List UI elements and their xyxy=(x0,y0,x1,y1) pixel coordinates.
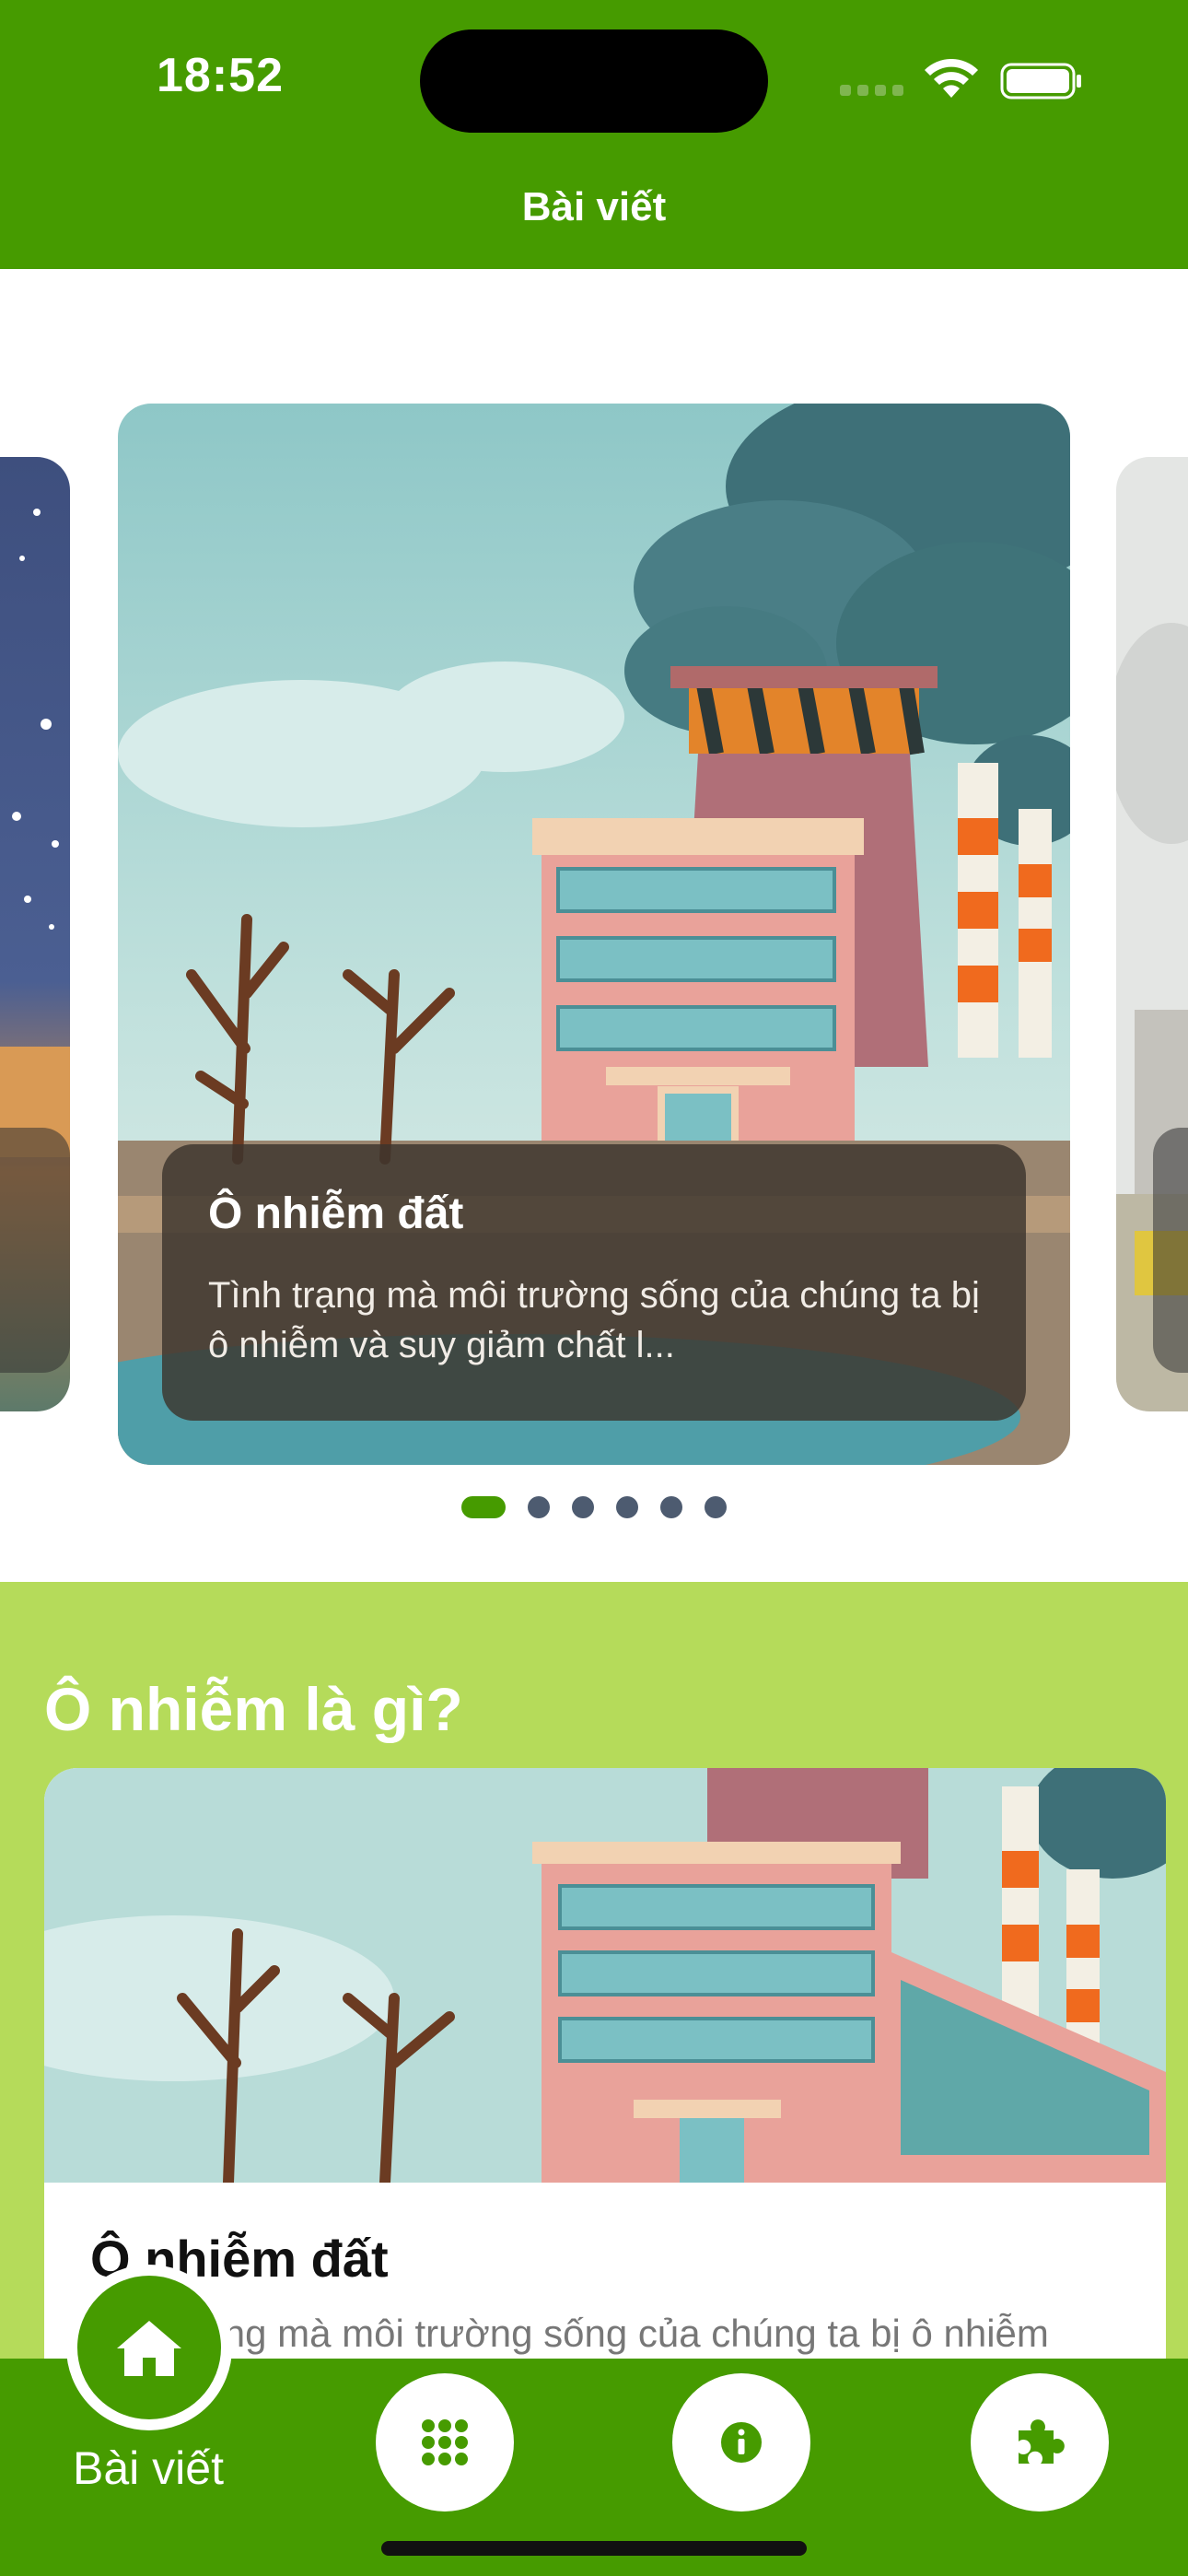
article-carousel[interactable]: Ô nhiễm đất Tình trạng mà môi trường sốn… xyxy=(0,269,1188,1582)
wifi-icon xyxy=(925,59,978,98)
carousel-page-indicator[interactable] xyxy=(0,1494,1188,1520)
carousel-card-active[interactable]: Ô nhiễm đất Tình trạng mà môi trường sốn… xyxy=(118,404,1070,1465)
top-bar: 18:52 Bài viết xyxy=(0,0,1188,269)
carousel-card-description: Tình trạng mà môi trường sống của chúng … xyxy=(208,1275,980,1365)
tab-home-label[interactable]: Bài viết xyxy=(37,2441,260,2495)
side-caption xyxy=(1153,1128,1188,1373)
puzzle-icon xyxy=(1019,2419,1065,2464)
tab-home[interactable] xyxy=(66,2265,232,2430)
carousel-caption: Ô nhiễm đất Tình trạng mà môi trường sốn… xyxy=(162,1144,1026,1421)
page-dot[interactable] xyxy=(660,1496,682,1518)
carousel-card-title: Ô nhiễm đất xyxy=(208,1189,464,1238)
status-time: 18:52 xyxy=(157,49,284,102)
dynamic-island xyxy=(420,29,768,133)
tab-info[interactable] xyxy=(672,2373,810,2512)
page-dot[interactable] xyxy=(572,1496,594,1518)
cellular-signal-icon xyxy=(840,85,904,98)
side-caption xyxy=(0,1128,70,1373)
section-title: Ô nhiễm là gì? xyxy=(44,1675,463,1743)
carousel-card-previous[interactable] xyxy=(0,457,70,1411)
tab-categories[interactable] xyxy=(376,2373,514,2512)
grid-icon xyxy=(422,2419,468,2465)
battery-icon xyxy=(1000,63,1081,100)
page-dot[interactable] xyxy=(528,1496,550,1518)
page-dot-active[interactable] xyxy=(461,1496,506,1518)
tab-quiz[interactable] xyxy=(971,2373,1109,2512)
article-description: Tình trạng mà môi trường sống của chúng … xyxy=(90,2312,1049,2355)
home-icon xyxy=(117,2321,181,2376)
carousel-card-next[interactable] xyxy=(1116,457,1188,1411)
info-icon xyxy=(721,2422,762,2463)
home-indicator xyxy=(381,2541,807,2556)
page-dot[interactable] xyxy=(705,1496,727,1518)
page-dot[interactable] xyxy=(616,1496,638,1518)
article-thumbnail xyxy=(44,1768,1166,2183)
page-title: Bài viết xyxy=(521,184,667,229)
